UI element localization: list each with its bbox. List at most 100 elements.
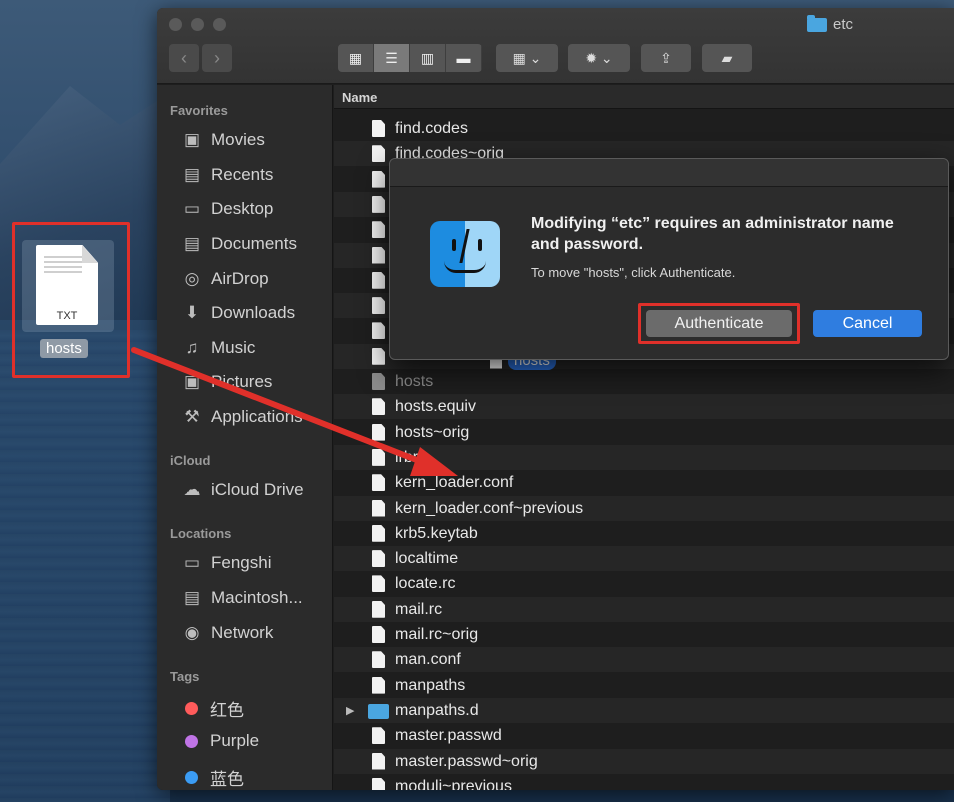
titlebar: etc ‹ › ▦ ☰ ▥ ▬ ▦ ⌄ ✹ ⌄ ⇪ ▰	[157, 8, 954, 84]
sidebar-item-tag-red[interactable]: 红色	[181, 696, 244, 721]
close-window-button[interactable]	[169, 18, 182, 31]
sidebar-item-movies[interactable]: ▣ Movies	[181, 130, 265, 150]
txt-file-type-label: TXT	[56, 310, 78, 322]
file-icon	[372, 524, 385, 542]
sidebar-item-label: iCloud Drive	[211, 480, 304, 499]
share-icon: ⇪	[660, 49, 672, 66]
chevron-right-icon: ›	[214, 47, 220, 68]
table-row[interactable]: kern_loader.conf~previous	[334, 495, 954, 521]
tag-dot-icon	[185, 734, 198, 748]
tag-button[interactable]: ▰	[702, 44, 752, 72]
action-button[interactable]: ✹ ⌄	[568, 44, 630, 72]
minimize-window-button[interactable]	[191, 18, 204, 31]
table-row[interactable]: moduli~previous	[334, 774, 954, 790]
file-icon	[372, 246, 385, 264]
table-row[interactable]: mail.rc~orig	[334, 622, 954, 647]
file-name: hosts~orig	[395, 423, 470, 441]
music-icon: ♫	[185, 338, 199, 357]
table-row[interactable]: master.passwd~orig	[334, 748, 954, 774]
table-row[interactable]: hosts~orig	[334, 420, 954, 445]
gallery-view-button[interactable]: ▬	[446, 44, 482, 72]
table-row[interactable]: locate.rc	[334, 571, 954, 596]
sidebar-item-downloads[interactable]: ⬇ Downloads	[181, 303, 295, 323]
finder-icon-nose	[459, 229, 470, 263]
sidebar-item-label: Pictures	[211, 372, 273, 391]
table-row[interactable]: irbrc	[334, 444, 954, 470]
table-row[interactable]: ▶ manpaths.d	[334, 697, 954, 723]
file-icon	[372, 600, 385, 618]
table-row[interactable]: manpaths	[334, 673, 954, 698]
gear-icon: ✹ ⌄	[585, 49, 613, 66]
applications-icon: ⚒	[184, 407, 200, 426]
file-name: irbrc	[395, 448, 427, 466]
computer-icon: ▭	[183, 553, 201, 572]
file-name: hosts.equiv	[395, 398, 476, 416]
file-name: kern_loader.conf~previous	[395, 499, 584, 517]
file-icon	[372, 499, 385, 517]
group-by-button[interactable]: ▦ ⌄	[496, 44, 558, 72]
forward-button[interactable]: ›	[202, 44, 232, 72]
sidebar-item-icloud-drive[interactable]: ☁ iCloud Drive	[181, 480, 304, 500]
list-view-button[interactable]: ☰	[374, 44, 410, 72]
sidebar-item-recents[interactable]: ▤ Recents	[181, 165, 273, 185]
sidebar-item-label: 红色	[210, 701, 244, 720]
sidebar-item-documents[interactable]: ▤ Documents	[181, 234, 297, 254]
table-row[interactable]: localtime	[334, 546, 954, 572]
file-icon	[372, 448, 385, 466]
sidebar-item-macintosh[interactable]: ▤ Macintosh...	[181, 588, 303, 608]
authenticate-button[interactable]: Authenticate	[646, 310, 792, 337]
sidebar-item-applications[interactable]: ⚒ Applications	[181, 407, 302, 427]
chevron-left-icon: ‹	[181, 47, 187, 68]
view-mode-group: ▦ ☰ ▥ ▬	[338, 44, 482, 72]
share-button[interactable]: ⇪	[641, 44, 691, 72]
cancel-button[interactable]: Cancel	[813, 310, 922, 337]
table-row[interactable]: hosts	[334, 369, 954, 394]
window-title: etc	[807, 14, 854, 33]
table-row[interactable]: master.passwd	[334, 723, 954, 748]
dialog-message: To move "hosts", click Authenticate.	[531, 265, 736, 280]
file-name: hosts	[395, 373, 434, 390]
disclosure-triangle-icon[interactable]: ▶	[346, 704, 354, 717]
back-button[interactable]: ‹	[169, 44, 199, 72]
table-row[interactable]: hosts.equiv	[334, 394, 954, 420]
file-name: mail.rc	[395, 600, 443, 618]
finder-icon-eye	[452, 239, 456, 251]
sidebar-item-fengshi[interactable]: ▭ Fengshi	[181, 553, 272, 573]
file-name: master.passwd~orig	[395, 752, 538, 770]
sidebar-item-music[interactable]: ♫ Music	[181, 338, 256, 358]
file-icon	[372, 752, 385, 770]
file-icon	[372, 221, 385, 239]
zoom-window-button[interactable]	[213, 18, 226, 31]
file-icon	[372, 145, 385, 163]
sidebar-item-airdrop[interactable]: ◎ AirDrop	[181, 269, 269, 289]
sidebar-item-network[interactable]: ◉ Network	[181, 623, 274, 643]
sidebar-item-pictures[interactable]: ▣ Pictures	[181, 372, 272, 392]
file-icon	[372, 727, 385, 745]
desktop-icon: ▭	[183, 199, 201, 218]
table-row[interactable]: kern_loader.conf	[334, 470, 954, 495]
table-row[interactable]: find.codes	[334, 116, 954, 141]
network-icon: ◉	[184, 623, 200, 642]
file-icon	[372, 550, 385, 568]
table-row[interactable]: mail.rc	[334, 596, 954, 622]
sidebar-header-favorites: Favorites	[170, 103, 228, 118]
icon-view-button[interactable]: ▦	[338, 44, 374, 72]
sidebar-item-tag-blue[interactable]: 蓝色	[181, 765, 244, 790]
column-view-button[interactable]: ▥	[410, 44, 446, 72]
sidebar-item-desktop[interactable]: ▭ Desktop	[181, 199, 273, 219]
window-title-text: etc	[833, 16, 854, 33]
tag-dot-icon	[185, 702, 198, 715]
folder-icon	[368, 703, 389, 719]
file-icon	[372, 271, 385, 289]
authentication-dialog: Modifying “etc” requires an administrato…	[389, 158, 949, 360]
cloud-icon: ☁	[183, 480, 201, 499]
sidebar-item-tag-purple[interactable]: Purple	[181, 731, 259, 751]
sidebar-item-label: Music	[211, 338, 256, 357]
column-header-name[interactable]: Name	[334, 85, 954, 109]
file-name: mail.rc~orig	[395, 626, 479, 643]
file-icon	[372, 297, 385, 315]
table-row[interactable]: krb5.keytab	[334, 521, 954, 546]
desktop-file-name[interactable]: hosts	[40, 339, 88, 358]
table-row[interactable]: man.conf	[334, 647, 954, 673]
file-icon	[372, 195, 385, 213]
